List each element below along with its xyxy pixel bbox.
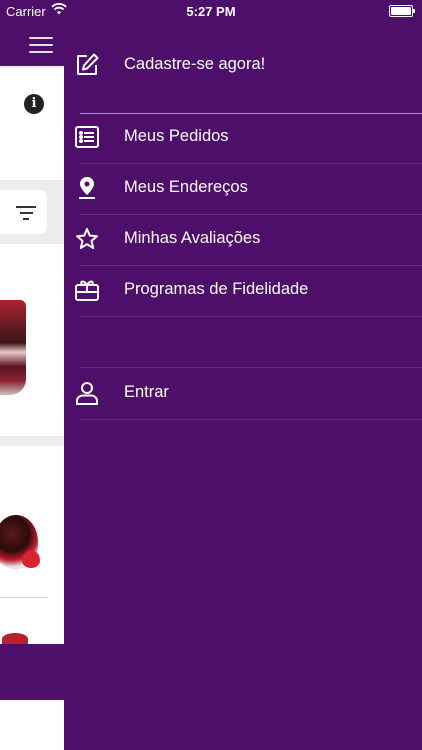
menu-item-reviews[interactable]: Minhas Avaliações <box>64 214 422 264</box>
register-button[interactable]: Cadastre-se agora! <box>64 40 422 90</box>
menu-item-label: Programas de Fidelidade <box>124 280 309 298</box>
list-icon <box>74 124 100 150</box>
divider <box>0 597 48 598</box>
divider <box>80 316 422 317</box>
status-bar: Carrier 5:27 PM <box>0 0 422 22</box>
menu-item-loyalty[interactable]: Programas de Fidelidade <box>64 265 422 315</box>
strawberry-image <box>22 550 40 568</box>
menu-item-label: Meus Pedidos <box>124 127 229 145</box>
gift-card-icon <box>74 277 100 303</box>
filter-icon[interactable] <box>16 206 36 220</box>
hamburger-icon[interactable] <box>29 37 53 53</box>
user-icon <box>74 380 100 406</box>
background-footer <box>0 700 64 750</box>
edit-icon <box>74 52 100 78</box>
menu-item-label: Minhas Avaliações <box>124 229 261 247</box>
location-pin-icon <box>74 175 100 201</box>
bottom-bar <box>0 644 64 700</box>
acai-cup-image <box>0 300 26 395</box>
menu-item-label: Meus Endereços <box>124 178 248 196</box>
info-icon[interactable]: i <box>24 94 44 114</box>
store-info-card <box>0 68 64 180</box>
menu-item-addresses[interactable]: Meus Endereços <box>64 163 422 213</box>
menu-item-orders[interactable]: Meus Pedidos <box>64 112 422 162</box>
login-label: Entrar <box>124 383 169 401</box>
divider <box>80 419 422 420</box>
login-button[interactable]: Entrar <box>64 368 422 418</box>
star-icon <box>74 226 100 252</box>
side-drawer: Cadastre-se agora! Meus Pedidos Meus End… <box>64 22 422 750</box>
battery-icon <box>389 5 415 17</box>
status-time: 5:27 PM <box>186 4 236 19</box>
register-label: Cadastre-se agora! <box>124 55 266 73</box>
